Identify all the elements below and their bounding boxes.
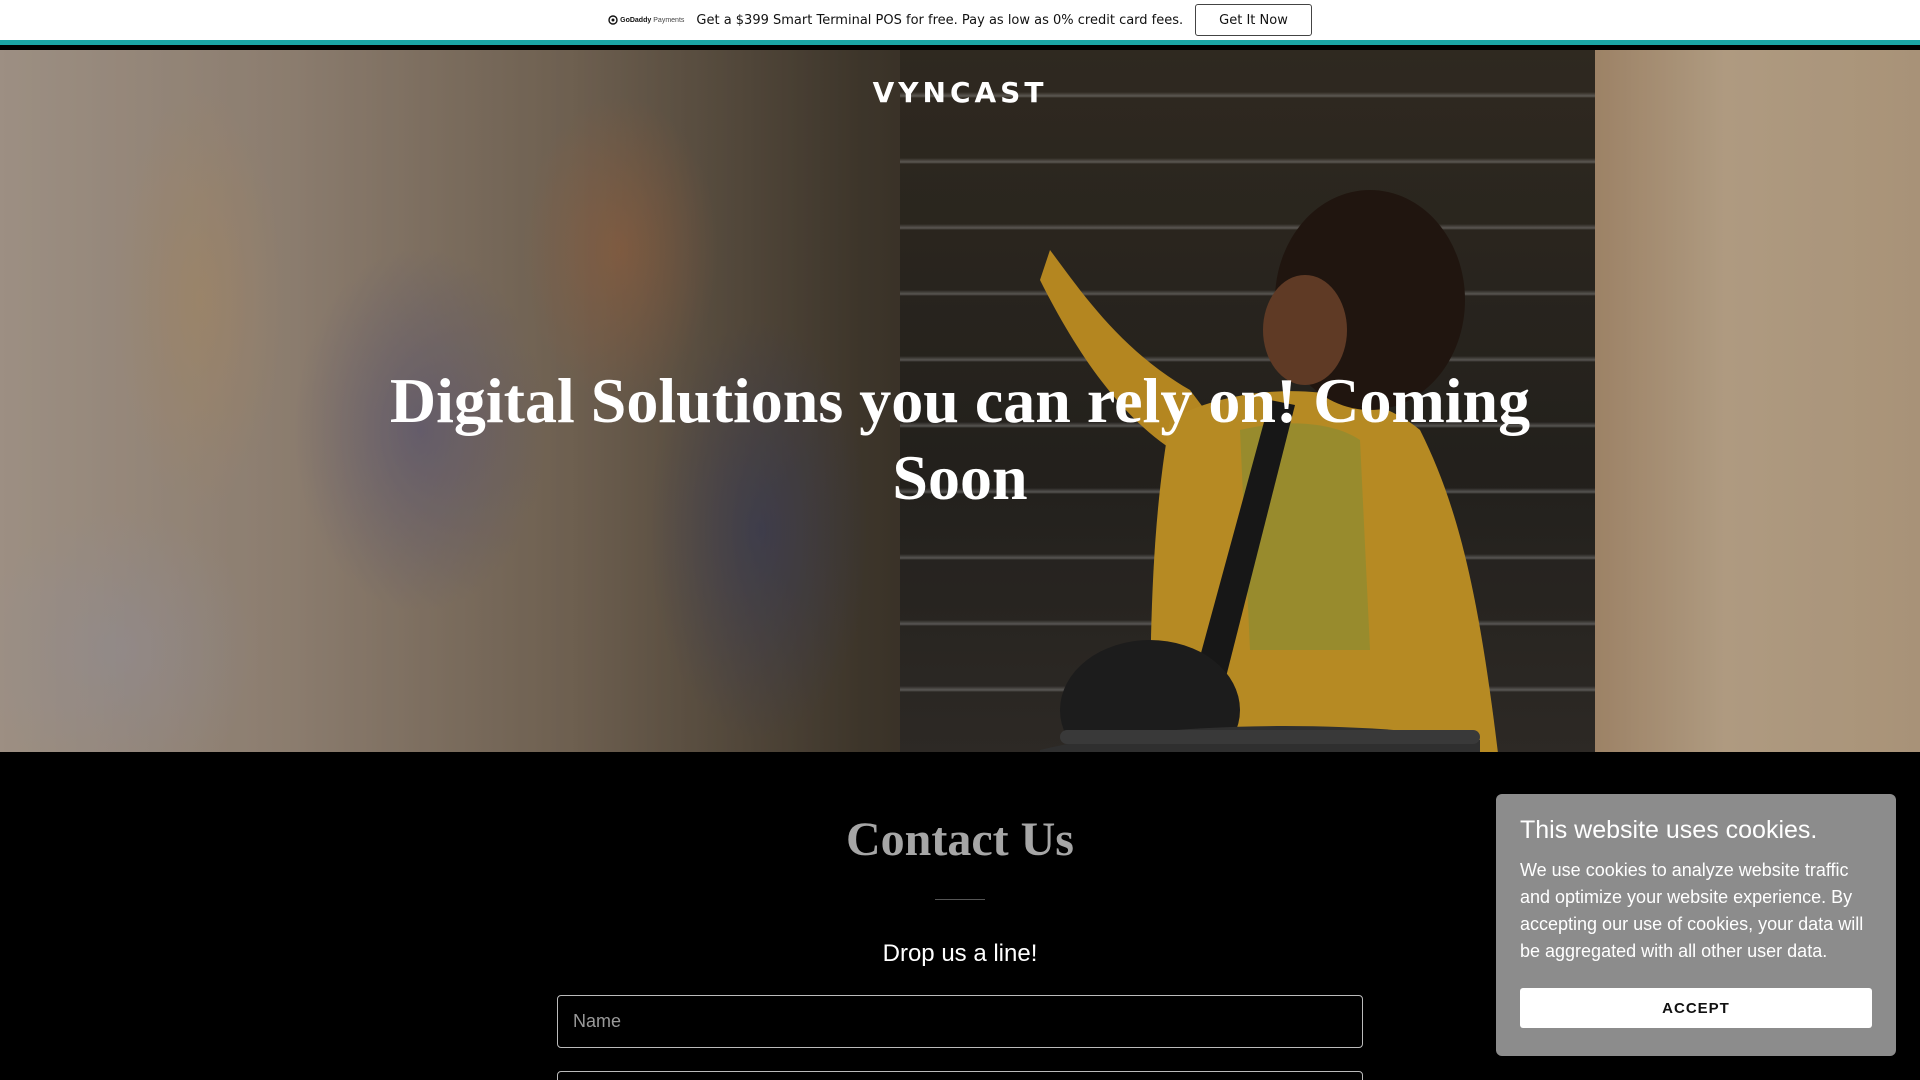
promo-content: GoDaddy Payments Get a $399 Smart Termin… xyxy=(608,4,1312,36)
email-input[interactable] xyxy=(557,1071,1363,1080)
godaddy-payments-logo: GoDaddy Payments xyxy=(608,15,684,25)
logo-text-payments: Payments xyxy=(653,16,685,24)
accept-cookies-button[interactable]: ACCEPT xyxy=(1520,988,1872,1028)
logo-text-godaddy: GoDaddy xyxy=(620,16,652,24)
promo-message: Get a $399 Smart Terminal POS for free. … xyxy=(696,12,1184,28)
get-it-now-button[interactable]: Get It Now xyxy=(1195,4,1312,36)
cookie-message: We use cookies to analyze website traffi… xyxy=(1520,860,1864,961)
cookie-banner: This website uses cookies. We use cookie… xyxy=(1496,794,1896,1056)
godaddy-logo-icon xyxy=(608,15,618,25)
promo-bar: GoDaddy Payments Get a $399 Smart Termin… xyxy=(0,0,1920,45)
contact-divider xyxy=(935,899,985,900)
cookie-title: This website uses cookies. xyxy=(1520,816,1818,844)
hero-section: VYNCAST Digital Solutions you can rely o… xyxy=(0,50,1920,752)
name-input[interactable] xyxy=(557,995,1363,1048)
brand-logo-text[interactable]: VYNCAST xyxy=(0,76,1920,109)
hero-title: Digital Solutions you can rely on! Comin… xyxy=(389,365,1531,513)
